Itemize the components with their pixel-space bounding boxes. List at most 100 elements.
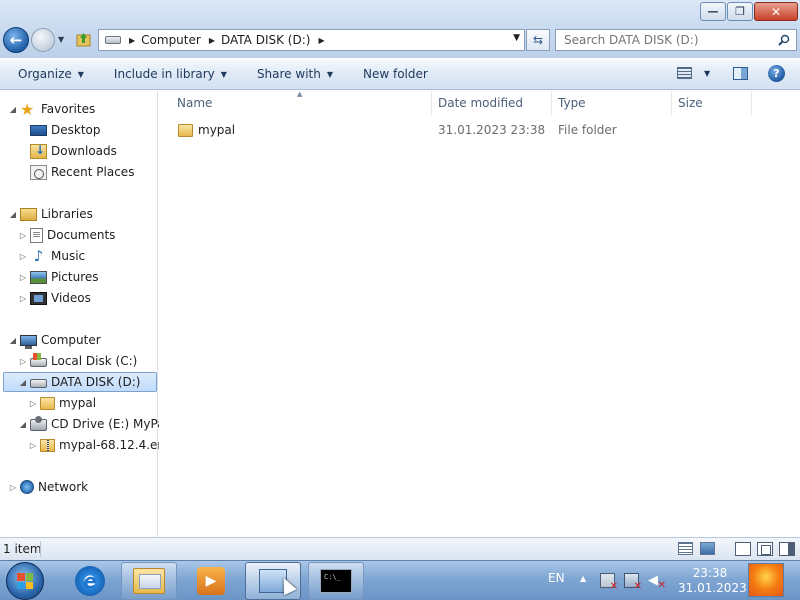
file-row[interactable]: mypal 31.01.2023 23:38 File folder: [159, 119, 779, 141]
pane-icon[interactable]: [779, 542, 795, 556]
user-thumbnail-icon[interactable]: [748, 563, 784, 597]
column-header-type[interactable]: Type: [558, 91, 586, 115]
sidebar-item-label: Recent Places: [51, 165, 135, 179]
collapse-arrow-icon[interactable]: ◢: [8, 210, 18, 219]
sidebar-item-music[interactable]: ▷ Music: [18, 246, 85, 266]
tiles-icon[interactable]: [757, 542, 773, 556]
refresh-button[interactable]: ⇆: [526, 29, 550, 51]
sidebar-item-downloads[interactable]: Downloads: [18, 141, 117, 161]
sidebar-item-data-disk[interactable]: ◢ DATA DISK (D:): [3, 372, 157, 392]
expand-arrow-icon[interactable]: ▷: [28, 441, 38, 450]
share-with-button[interactable]: Share with ▼: [257, 67, 333, 81]
column-header-label: Size: [678, 96, 703, 110]
action-center-icon[interactable]: [600, 573, 618, 592]
maximize-button[interactable]: ❐: [727, 2, 753, 21]
expand-arrow-icon[interactable]: ▷: [18, 231, 28, 240]
new-folder-button[interactable]: New folder: [363, 67, 428, 81]
expand-arrow-icon[interactable]: ▷: [28, 399, 38, 408]
documents-icon: [30, 227, 43, 243]
breadcrumb-separator-icon[interactable]: ▶: [209, 36, 215, 45]
address-bar[interactable]: ▶ Computer ▶ DATA DISK (D:) ▶ ▼: [98, 29, 525, 51]
taskbar-media-player[interactable]: ▶: [183, 562, 239, 600]
close-button[interactable]: ✕: [754, 2, 798, 21]
sidebar-item-network[interactable]: ▷ Network: [8, 477, 88, 497]
language-indicator[interactable]: EN: [548, 571, 565, 585]
sidebar-item-libraries[interactable]: ◢ Libraries: [8, 204, 93, 224]
network-status-icon[interactable]: [624, 573, 642, 592]
minimize-icon: —: [707, 5, 719, 18]
taskbar-command-prompt[interactable]: C:\_: [308, 562, 364, 600]
sidebar-item-recent-places[interactable]: Recent Places: [18, 162, 134, 182]
include-in-library-label: Include in library: [113, 67, 215, 81]
recent-places-icon: [30, 164, 47, 180]
taskbar-windows-explorer[interactable]: [121, 562, 177, 600]
sidebar-item-computer[interactable]: ◢ Computer: [8, 330, 101, 350]
file-list: Name ▲ Date modified Type Size mypal 31.…: [159, 90, 800, 537]
include-in-library-button[interactable]: Include in library ▼: [114, 67, 227, 81]
column-header-label: Name: [177, 96, 213, 110]
back-arrow-icon: ←: [9, 31, 23, 49]
sidebar-item-local-disk[interactable]: ▷ Local Disk (C:): [18, 351, 137, 371]
preview-pane-button[interactable]: [733, 67, 748, 80]
collapse-arrow-icon[interactable]: ◢: [8, 336, 18, 345]
back-button[interactable]: ←: [3, 27, 29, 53]
sidebar-item-favorites[interactable]: ◢ Favorites: [8, 99, 95, 119]
column-divider[interactable]: [551, 91, 552, 115]
collapse-arrow-icon[interactable]: ◢: [18, 420, 28, 429]
collapse-arrow-icon[interactable]: ◢: [8, 105, 18, 114]
breadcrumb-computer[interactable]: Computer: [141, 33, 201, 47]
collapse-arrow-icon[interactable]: ◢: [18, 378, 28, 387]
layout-icon[interactable]: [735, 542, 751, 556]
sidebar-item-label: Music: [51, 249, 86, 263]
column-divider[interactable]: [751, 91, 752, 115]
expand-arrow-icon[interactable]: ▷: [8, 483, 18, 492]
column-header-size[interactable]: Size: [678, 91, 703, 115]
address-history-dropdown-icon[interactable]: ▼: [513, 33, 520, 43]
refresh-icon: ⇆: [532, 33, 544, 47]
change-view-button[interactable]: ▼: [677, 67, 710, 79]
details-view-icon[interactable]: [678, 542, 693, 555]
up-folder-icon[interactable]: [75, 31, 92, 48]
help-icon: ?: [773, 67, 780, 80]
chevron-down-icon: ▼: [220, 69, 227, 79]
sidebar-item-cd-drive[interactable]: ◢ CD Drive (E:) MyPal6: [18, 414, 176, 434]
sidebar-item-documents[interactable]: ▷ Documents: [18, 225, 115, 245]
organize-label: Organize: [18, 67, 72, 81]
column-divider[interactable]: [671, 91, 672, 115]
search-box[interactable]: [555, 29, 797, 51]
sidebar-item-mypal[interactable]: ▷ mypal: [28, 393, 96, 413]
sidebar-item-pictures[interactable]: ▷ Pictures: [18, 267, 99, 287]
column-header-name[interactable]: Name: [177, 91, 212, 115]
share-with-label: Share with: [256, 67, 321, 81]
minimize-button[interactable]: —: [700, 2, 726, 21]
column-header-date-modified[interactable]: Date modified: [438, 91, 523, 115]
view-details-icon: [677, 67, 692, 79]
expand-arrow-icon[interactable]: ▷: [18, 273, 28, 282]
help-button[interactable]: ?: [768, 65, 785, 82]
column-divider[interactable]: [431, 91, 432, 115]
breadcrumb-separator-icon[interactable]: ▶: [129, 36, 135, 45]
volume-muted-icon[interactable]: [648, 573, 666, 593]
sidebar-item-mypal-package[interactable]: ▷ mypal-68.12.4.en-: [28, 435, 169, 455]
windows-explorer-icon: [133, 568, 165, 594]
column-header-label: Date modified: [438, 96, 524, 110]
organize-button[interactable]: Organize ▼: [18, 67, 84, 81]
expand-arrow-icon[interactable]: ▷: [18, 252, 28, 261]
large-icons-view-icon[interactable]: [700, 542, 715, 555]
sidebar-item-label: Favorites: [41, 102, 96, 116]
sidebar-item-videos[interactable]: ▷ Videos: [18, 288, 91, 308]
show-hidden-icons-icon[interactable]: ▲: [580, 574, 586, 583]
recent-pages-dropdown[interactable]: ▼: [58, 35, 64, 44]
expand-arrow-icon[interactable]: ▷: [18, 294, 28, 303]
breadcrumb-data-disk[interactable]: DATA DISK (D:): [221, 33, 310, 47]
clock[interactable]: 23:38 31.01.2023: [678, 566, 747, 596]
chevron-down-icon: ▼: [326, 69, 333, 79]
expand-arrow-icon[interactable]: ▷: [18, 357, 28, 366]
start-button[interactable]: [6, 562, 44, 600]
sidebar-item-desktop[interactable]: Desktop: [18, 120, 101, 140]
taskbar-internet-explorer[interactable]: e: [62, 562, 118, 600]
computer-icon: [20, 334, 37, 349]
forward-button[interactable]: [31, 28, 55, 52]
search-input[interactable]: [556, 30, 766, 50]
breadcrumb-separator-icon[interactable]: ▶: [318, 36, 324, 45]
